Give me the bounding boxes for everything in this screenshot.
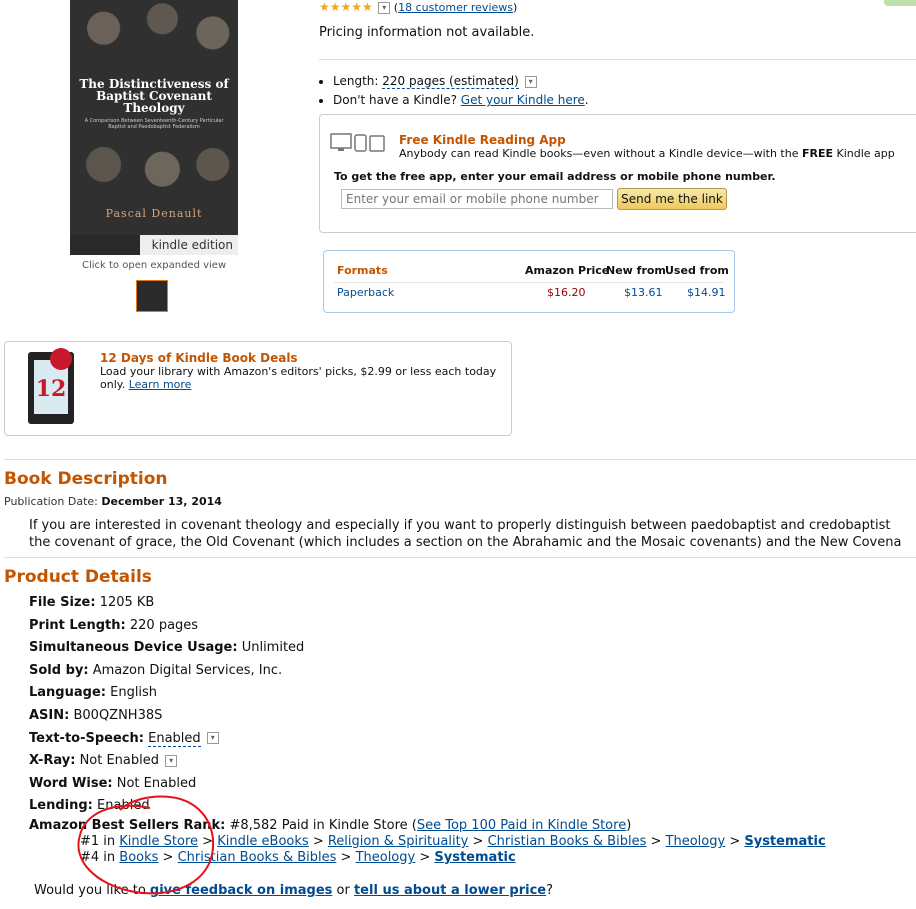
app-instructions: To get the free app, enter your email ad… <box>334 170 776 183</box>
breadcrumb-link[interactable]: Kindle Store <box>119 834 198 849</box>
chevron-down-icon[interactable]: ▾ <box>165 754 178 767</box>
feedback-line: Would you like to give feedback on image… <box>34 883 554 898</box>
amazon-price-header: Amazon Price <box>525 264 610 277</box>
new-from-link[interactable]: $13.61 <box>624 286 663 299</box>
chevron-down-icon[interactable]: ▾ <box>206 732 219 745</box>
deals-number: 12 <box>35 376 67 402</box>
used-from-link[interactable]: $14.91 <box>687 286 726 299</box>
detail-word-wise: Word Wise: Not Enabled <box>29 775 197 791</box>
length-value[interactable]: 220 pages (estimated) <box>382 74 519 89</box>
deals-title[interactable]: 12 Days of Kindle Book Deals <box>100 351 298 365</box>
lower-price-link[interactable]: tell us about a lower price <box>354 883 546 898</box>
breadcrumb-link[interactable]: Theology <box>666 834 726 849</box>
detail-language: Language: English <box>29 685 158 701</box>
amazon-price-value: $16.20 <box>547 286 586 299</box>
rank-overall: Amazon Best Sellers Rank: #8,582 Paid in… <box>29 818 632 833</box>
email-phone-input[interactable] <box>341 189 613 209</box>
cover-title: The Distinctiveness of Baptist Covenant … <box>79 77 229 115</box>
breadcrumb-link[interactable]: Books <box>119 850 158 865</box>
pricing-info: Pricing information not available. <box>319 25 535 40</box>
kindle-deals-image[interactable]: 12 <box>28 348 74 424</box>
detail-file-size: File Size: 1205 KB <box>29 595 155 610</box>
breadcrumb-link[interactable]: Systematic <box>434 850 515 865</box>
divider <box>4 459 916 460</box>
breadcrumb-link[interactable]: Christian Books & Bibles <box>488 834 647 849</box>
divider <box>4 557 916 558</box>
detail-lending: Lending: Enabled <box>29 798 150 814</box>
used-from-header: Used from <box>665 264 729 277</box>
publication-date: Publication Date: December 13, 2014 <box>4 495 222 508</box>
book-description-heading: Book Description <box>4 469 168 489</box>
book-cover-image[interactable]: The Distinctiveness of Baptist Covenant … <box>70 0 238 255</box>
breadcrumb-link[interactable]: Systematic <box>744 834 825 849</box>
formats-header: Formats <box>337 264 388 277</box>
chevron-down-icon[interactable]: ▾ <box>378 2 391 14</box>
learn-more-link[interactable]: Learn more <box>129 378 192 391</box>
breadcrumb-link[interactable]: Theology <box>356 850 416 865</box>
breadcrumb-link[interactable]: Religion & Spirituality <box>328 834 469 849</box>
paperback-link[interactable]: Paperback <box>337 286 394 299</box>
chevron-down-icon[interactable]: ▾ <box>524 75 537 88</box>
deals-description: Load your library with Amazon's editors'… <box>100 365 497 391</box>
product-details-list: File Size: 1205 KB Print Length: 220 pag… <box>29 592 304 818</box>
detail-sold-by: Sold by: Amazon Digital Services, Inc. <box>29 662 283 678</box>
add-to-cart-button-fragment[interactable] <box>884 0 916 6</box>
product-details-heading: Product Details <box>4 567 152 587</box>
product-bullets: Length: 220 pages (estimated) ▾ Don't ha… <box>319 72 589 110</box>
cover-author: Pascal Denault <box>105 207 203 220</box>
cover-subtitle: A Comparison Between Seventeenth-Century… <box>84 118 224 130</box>
app-description: Anybody can read Kindle books—even witho… <box>399 147 895 160</box>
rating-row: ★★★★★ ▾ (18 customer reviews) <box>319 0 518 14</box>
detail-device-usage: Simultaneous Device Usage: Unlimited <box>29 640 305 656</box>
devices-icon <box>330 133 385 152</box>
book-description-text: If you are interested in covenant theolo… <box>29 518 902 550</box>
formats-table: Formats Amazon Price New from Used from … <box>323 250 735 313</box>
star-rating-icon[interactable]: ★★★★★ <box>319 0 373 14</box>
divider <box>334 282 724 283</box>
kindle-bullet: Don't have a Kindle? Get your Kindle her… <box>333 91 589 110</box>
send-link-button[interactable]: Send me the link <box>617 188 727 210</box>
detail-print-length: Print Length: 220 pages <box>29 617 199 633</box>
detail-x-ray: X-Ray: Not Enabled ▾ <box>29 750 304 773</box>
give-feedback-link[interactable]: give feedback on images <box>150 883 332 898</box>
length-bullet: Length: 220 pages (estimated) ▾ <box>333 72 589 91</box>
get-kindle-link[interactable]: Get your Kindle here <box>461 93 585 107</box>
kindle-edition-badge: kindle edition <box>140 235 238 255</box>
expand-caption: Click to open expanded view <box>82 260 227 271</box>
new-from-header: New from <box>606 264 666 277</box>
detail-text-to-speech: Text-to-Speech: Enabled ▾ <box>29 728 304 751</box>
detail-asin: ASIN: B00QZNH38S <box>29 707 163 723</box>
rank-line-2: #4 in Books > Christian Books & Bibles >… <box>80 850 516 865</box>
best-sellers-rank: Amazon Best Sellers Rank: #8,582 Paid in… <box>29 818 826 866</box>
cover-thumbnail[interactable] <box>136 280 168 312</box>
divider <box>319 59 916 60</box>
rank-line-1: #1 in Kindle Store > Kindle eBooks > Rel… <box>80 834 826 849</box>
app-title: Free Kindle Reading App <box>399 133 566 147</box>
customer-reviews-link[interactable]: 18 customer reviews <box>398 1 513 14</box>
gift-bow-icon <box>50 348 72 370</box>
breadcrumb-link[interactable]: Christian Books & Bibles <box>178 850 337 865</box>
breadcrumb-link[interactable]: Kindle eBooks <box>217 834 309 849</box>
see-top-100-link[interactable]: See Top 100 Paid in Kindle Store <box>417 818 626 833</box>
